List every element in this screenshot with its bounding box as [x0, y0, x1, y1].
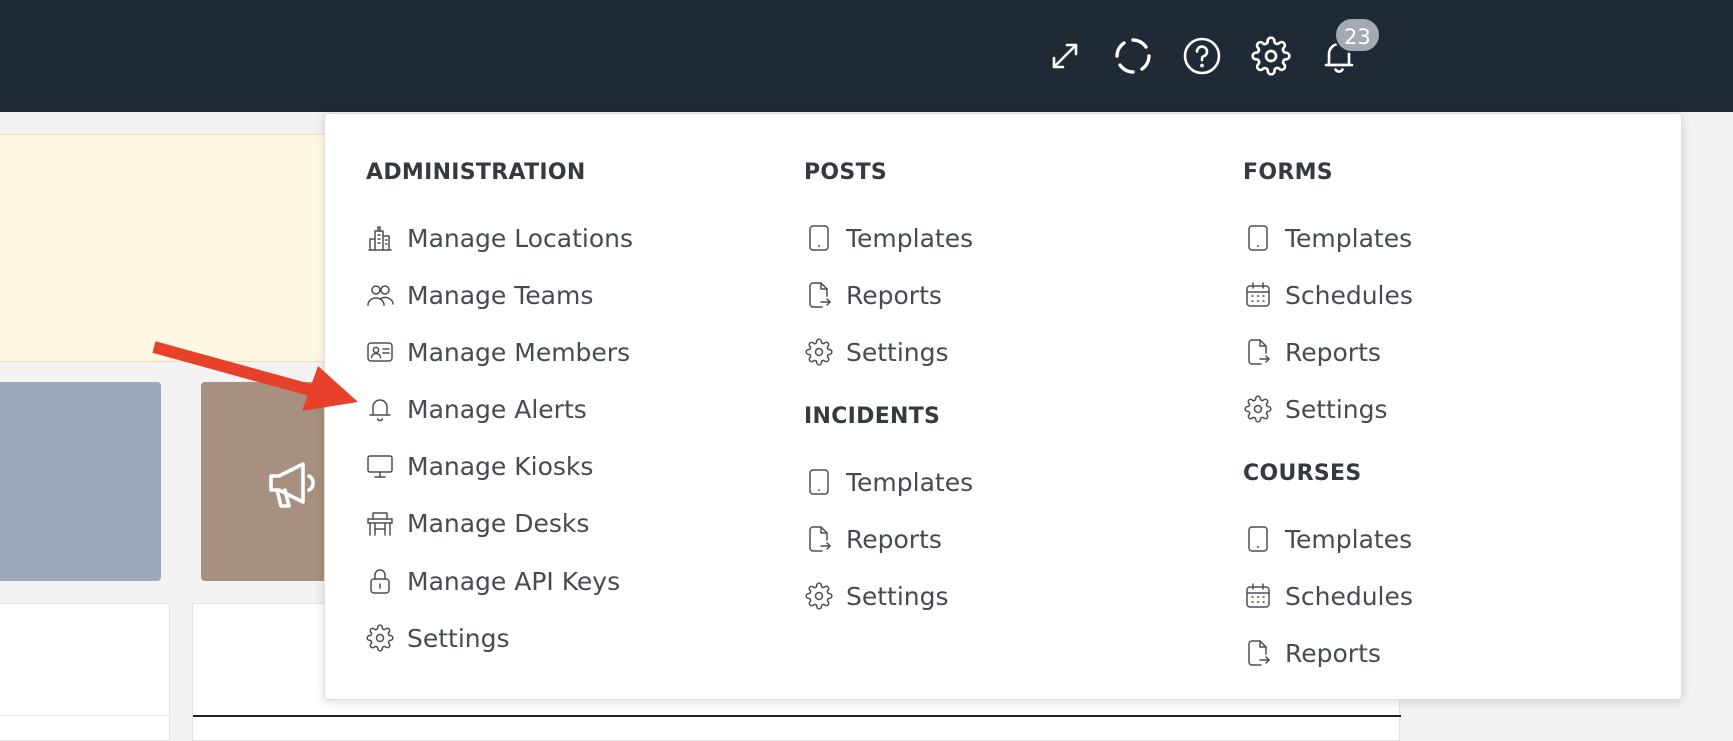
menu-item-manage-locations[interactable]: Manage Locations: [365, 218, 633, 258]
gear-icon: [804, 337, 834, 367]
notice-banner: [0, 134, 360, 362]
section-title-forms: FORMS: [1243, 160, 1333, 185]
tablet-icon: [1243, 524, 1273, 554]
menu-item-incidents-templates[interactable]: Templates: [804, 462, 973, 502]
menu-item-courses-reports[interactable]: Reports: [1243, 633, 1381, 673]
menu-item-courses-schedules[interactable]: Schedules: [1243, 576, 1413, 616]
menu-item-manage-kiosks[interactable]: Manage Kiosks: [365, 446, 593, 486]
report-icon: [1243, 638, 1273, 668]
expand-icon[interactable]: [1043, 34, 1087, 78]
loading-ring-icon[interactable]: [1111, 34, 1155, 78]
annotation-arrow: [152, 341, 358, 411]
menu-item-posts-reports[interactable]: Reports: [804, 275, 942, 315]
tablet-icon: [1243, 223, 1273, 253]
menu-item-courses-templates[interactable]: Templates: [1243, 519, 1412, 559]
report-icon: [804, 524, 834, 554]
dashboard-tile[interactable]: [0, 382, 161, 581]
menu-item-incidents-settings[interactable]: Settings: [804, 576, 949, 616]
admin-dropdown-menu: ADMINISTRATION Manage Locations Manage T…: [324, 113, 1682, 700]
gear-icon: [1243, 394, 1273, 424]
tablet-icon: [804, 467, 834, 497]
menu-item-forms-reports[interactable]: Reports: [1243, 332, 1381, 372]
menu-item-manage-teams[interactable]: Manage Teams: [365, 275, 593, 315]
report-icon: [804, 280, 834, 310]
menu-item-manage-api-keys[interactable]: Manage API Keys: [365, 561, 620, 601]
member-card-icon: [365, 337, 395, 367]
calendar-icon: [1243, 581, 1273, 611]
desk-icon: [365, 508, 395, 538]
section-title-incidents: INCIDENTS: [804, 404, 941, 429]
gear-icon: [804, 581, 834, 611]
notification-count-badge[interactable]: 23: [1334, 17, 1381, 53]
menu-item-forms-templates[interactable]: Templates: [1243, 218, 1412, 258]
gear-icon: [365, 623, 395, 653]
menu-item-forms-schedules[interactable]: Schedules: [1243, 275, 1413, 315]
gear-icon[interactable]: [1249, 34, 1293, 78]
top-navbar: 23: [0, 0, 1733, 112]
menu-item-administration-settings[interactable]: Settings: [365, 618, 510, 658]
team-icon: [365, 280, 395, 310]
menu-item-forms-settings[interactable]: Settings: [1243, 389, 1388, 429]
menu-item-manage-desks[interactable]: Manage Desks: [365, 503, 589, 543]
menu-item-posts-settings[interactable]: Settings: [804, 332, 949, 372]
content-card: [0, 603, 170, 741]
help-icon[interactable]: [1180, 34, 1224, 78]
menu-item-posts-templates[interactable]: Templates: [804, 218, 973, 258]
building-icon: [365, 223, 395, 253]
report-icon: [1243, 337, 1273, 367]
megaphone-icon: [269, 462, 315, 508]
calendar-icon: [1243, 280, 1273, 310]
tablet-icon: [804, 223, 834, 253]
monitor-icon: [365, 451, 395, 481]
section-title-posts: POSTS: [804, 160, 888, 185]
section-title-administration: ADMINISTRATION: [366, 160, 586, 185]
section-title-courses: COURSES: [1243, 461, 1362, 486]
menu-item-manage-alerts[interactable]: Manage Alerts: [365, 389, 587, 429]
menu-item-manage-members[interactable]: Manage Members: [365, 332, 630, 372]
bell-icon: [365, 394, 395, 424]
menu-item-incidents-reports[interactable]: Reports: [804, 519, 942, 559]
lock-icon: [365, 566, 395, 596]
